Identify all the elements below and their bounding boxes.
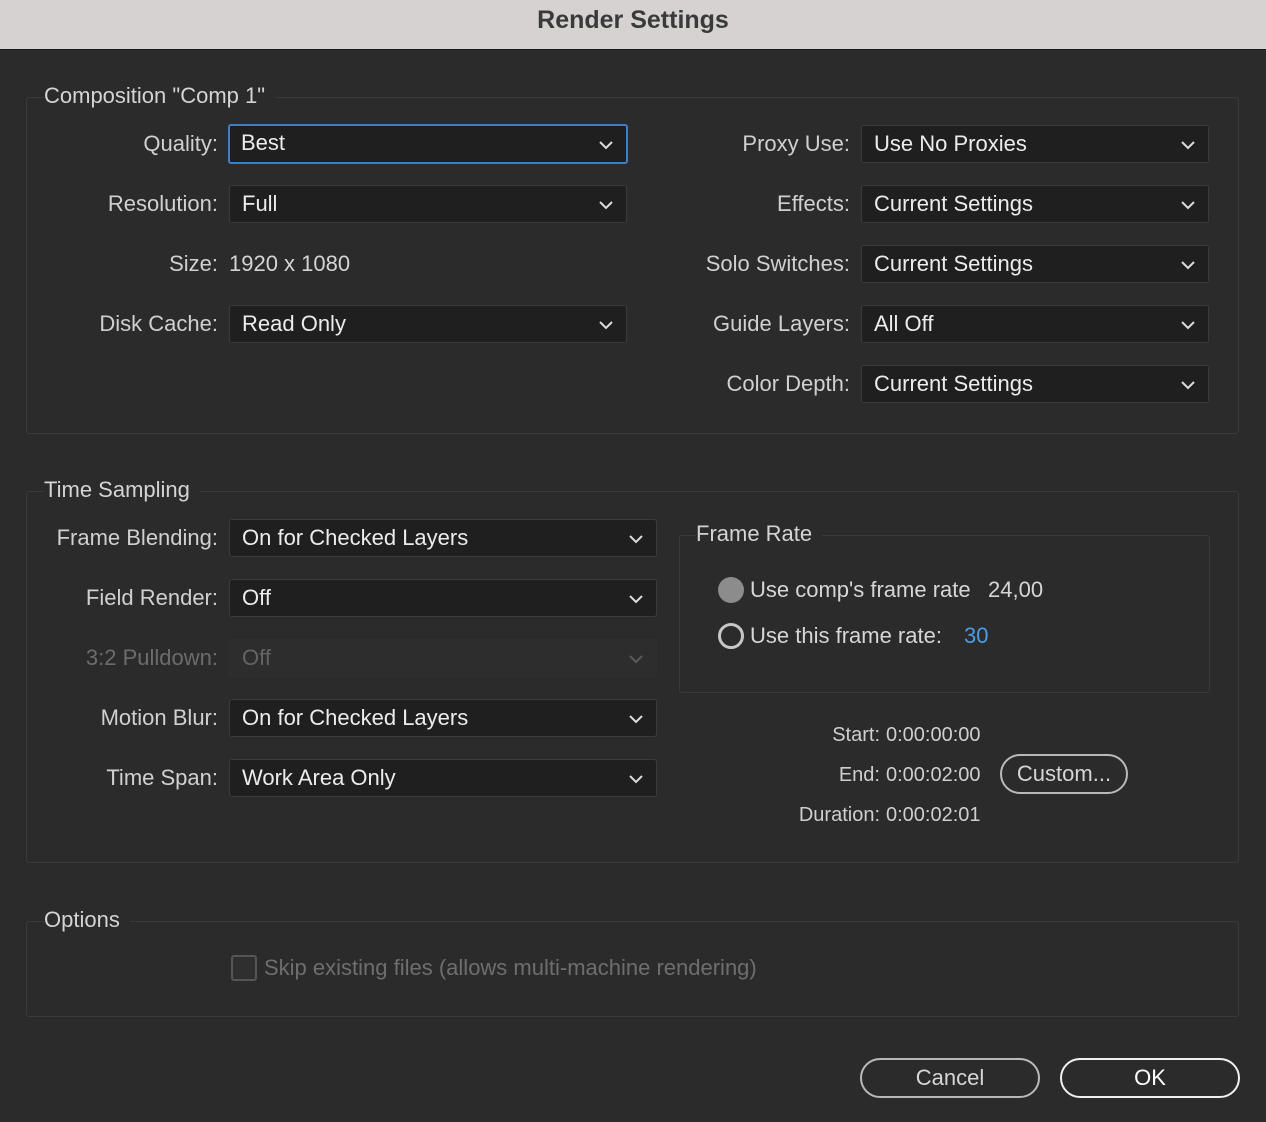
effects-label: Effects: [777, 191, 850, 216]
resolution-select[interactable]: Full [229, 185, 627, 223]
duration-label: Duration: [798, 804, 880, 826]
solo-switches-select[interactable]: Current Settings [861, 245, 1209, 283]
options-legend: Options [44, 906, 130, 934]
skip-existing-label: Skip existing files (allows multi-machin… [264, 955, 757, 980]
pulldown-select: Off [229, 639, 657, 677]
quality-value: Best [241, 130, 286, 155]
motion-blur-value: On for Checked Layers [242, 705, 469, 730]
chevron-down-icon [629, 715, 643, 724]
use-comp-frame-rate-radio[interactable] [718, 577, 744, 603]
frame-rate-group [679, 535, 1210, 693]
title-bar: Render Settings [0, 0, 1266, 50]
color-depth-select[interactable]: Current Settings [861, 365, 1209, 403]
start-label: Start: [832, 724, 880, 746]
frame-rate-input[interactable]: 30 [964, 621, 988, 651]
field-render-select[interactable]: Off [229, 579, 657, 617]
custom-button[interactable]: Custom... [1000, 754, 1128, 794]
use-this-frame-rate-radio[interactable] [718, 623, 744, 649]
chevron-down-icon [1181, 201, 1195, 210]
motion-blur-label: Motion Blur: [100, 705, 218, 730]
duration-value: 0:00:02:01 [886, 804, 981, 826]
pulldown-label: 3:2 Pulldown: [85, 645, 218, 670]
chevron-down-icon [599, 201, 613, 210]
color-depth-label: Color Depth: [726, 371, 850, 396]
resolution-label: Resolution: [107, 191, 218, 216]
skip-existing-checkbox [231, 955, 257, 981]
effects-value: Current Settings [874, 191, 1033, 216]
disk-cache-label: Disk Cache: [99, 311, 218, 336]
chevron-down-icon [1181, 141, 1195, 150]
chevron-down-icon [629, 775, 643, 784]
size-label: Size: [169, 251, 218, 276]
chevron-down-icon [629, 655, 643, 664]
disk-cache-value: Read Only [242, 311, 346, 336]
solo-switches-value: Current Settings [874, 251, 1033, 276]
time-span-value: Work Area Only [242, 765, 396, 790]
guide-layers-label: Guide Layers: [713, 311, 850, 336]
comp-frame-rate-value: 24,00 [988, 577, 1044, 602]
field-render-value: Off [242, 585, 271, 610]
proxy-use-label: Proxy Use: [742, 131, 850, 156]
frame-rate-legend: Frame Rate [696, 520, 823, 548]
composition-legend: Composition "Comp 1" [44, 82, 276, 110]
guide-layers-select[interactable]: All Off [861, 305, 1209, 343]
ok-button[interactable]: OK [1060, 1058, 1240, 1098]
end-value: 0:00:02:00 [886, 764, 981, 786]
use-this-frame-rate-label[interactable]: Use this frame rate: [750, 621, 942, 651]
field-render-label: Field Render: [85, 585, 218, 610]
frame-blending-label: Frame Blending: [56, 525, 218, 550]
proxy-use-select[interactable]: Use No Proxies [861, 125, 1209, 163]
disk-cache-select[interactable]: Read Only [229, 305, 627, 343]
end-label: End: [838, 764, 880, 786]
chevron-down-icon [599, 321, 613, 330]
cancel-button[interactable]: Cancel [860, 1058, 1040, 1098]
chevron-down-icon [629, 595, 643, 604]
effects-select[interactable]: Current Settings [861, 185, 1209, 223]
start-value: 0:00:00:00 [886, 724, 981, 746]
use-comp-frame-rate-label[interactable]: Use comp's frame rate [750, 575, 971, 605]
time-span-label: Time Span: [106, 765, 218, 790]
color-depth-value: Current Settings [874, 371, 1033, 396]
time-span-select[interactable]: Work Area Only [229, 759, 657, 797]
chevron-down-icon [1181, 261, 1195, 270]
frame-blending-select[interactable]: On for Checked Layers [229, 519, 657, 557]
guide-layers-value: All Off [874, 311, 934, 336]
resolution-value: Full [242, 191, 278, 216]
chevron-down-icon [1181, 321, 1195, 330]
solo-switches-label: Solo Switches: [705, 251, 850, 276]
time-sampling-legend: Time Sampling [44, 476, 200, 504]
chevron-down-icon [1181, 381, 1195, 390]
chevron-down-icon [599, 141, 613, 150]
chevron-down-icon [629, 535, 643, 544]
size-value: 1920 x 1080 [229, 251, 351, 276]
frame-blending-value: On for Checked Layers [242, 525, 469, 550]
window-title: Render Settings [537, 6, 729, 34]
quality-label: Quality: [143, 131, 218, 156]
proxy-use-value: Use No Proxies [874, 131, 1027, 156]
motion-blur-select[interactable]: On for Checked Layers [229, 699, 657, 737]
quality-select[interactable]: Best [228, 124, 628, 164]
pulldown-value: Off [242, 645, 271, 670]
